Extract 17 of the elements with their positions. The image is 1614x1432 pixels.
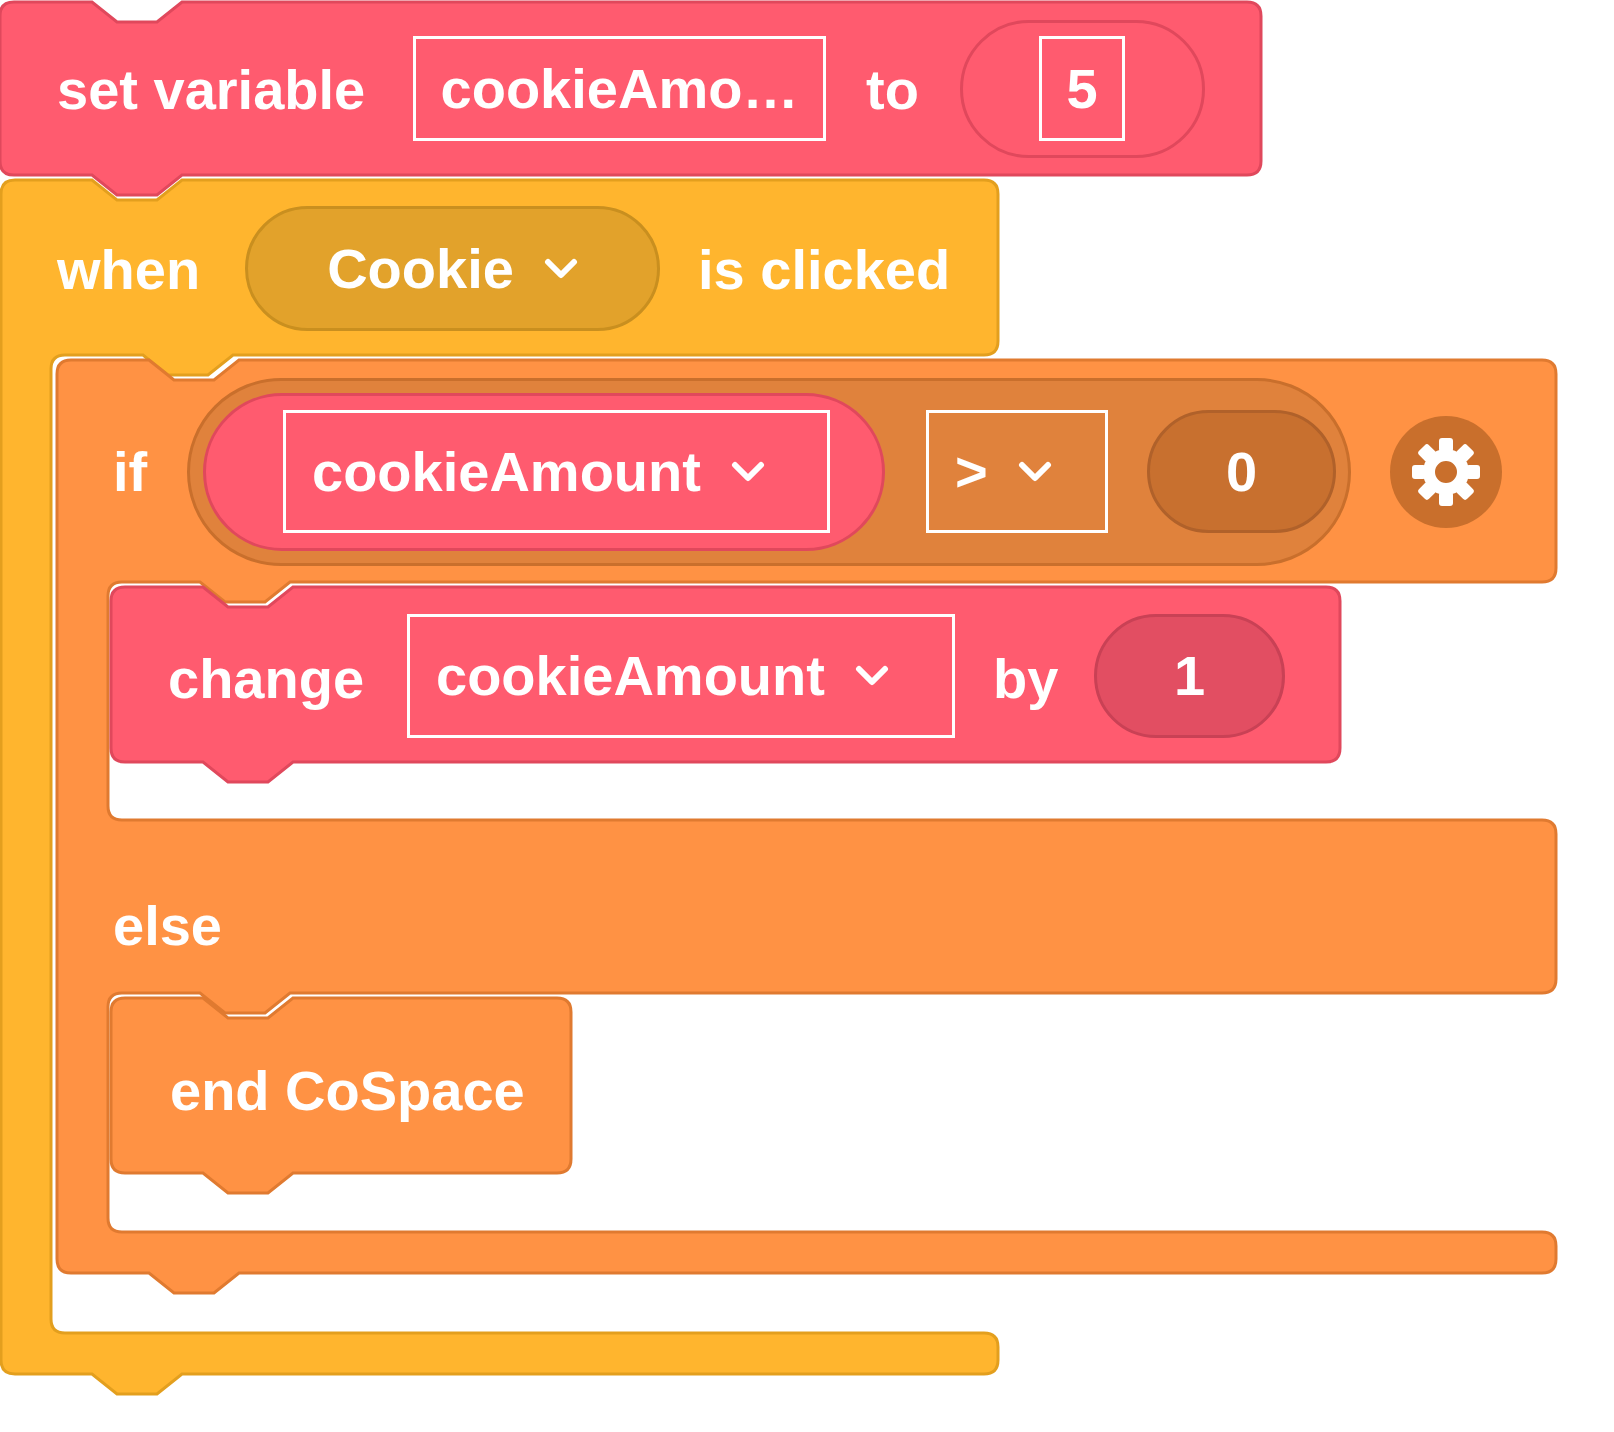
settings-icon xyxy=(1411,437,1481,507)
variable-dropdown[interactable]: cookieAmount xyxy=(407,614,955,738)
operator-dropdown[interactable]: > xyxy=(926,410,1108,533)
block-label: set variable xyxy=(57,62,366,118)
variable-field[interactable]: cookieAmo… xyxy=(413,36,826,141)
chevron-down-icon xyxy=(854,665,889,687)
variable-dropdown[interactable]: cookieAmount xyxy=(283,410,830,533)
chevron-down-icon xyxy=(730,460,765,483)
chevron-down-icon xyxy=(1017,460,1052,483)
block-label: when xyxy=(57,242,201,298)
block-label: else xyxy=(113,898,222,954)
block-label: is clicked xyxy=(698,242,951,298)
object-dropdown[interactable]: Cookie xyxy=(245,206,660,331)
block-label: to xyxy=(866,62,919,118)
block-label: if xyxy=(113,444,148,500)
chevron-down-icon xyxy=(543,257,578,280)
number-field[interactable]: 5 xyxy=(1039,36,1125,141)
